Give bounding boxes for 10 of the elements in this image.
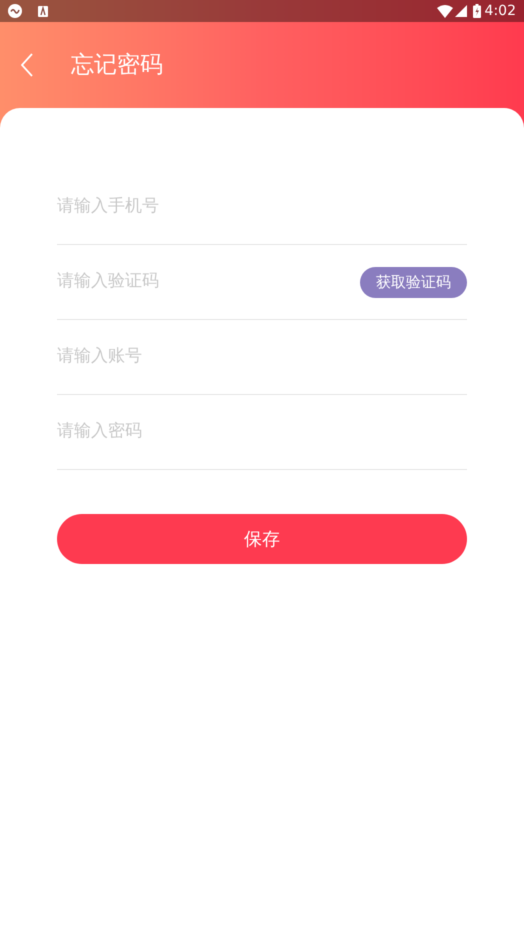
battery-icon (472, 4, 481, 18)
save-button[interactable]: 保存 (57, 514, 467, 564)
status-time: 4:02 (484, 4, 516, 18)
signal-icon (454, 5, 467, 17)
notification-icon (38, 6, 48, 16)
wifi-icon (436, 4, 453, 18)
back-icon (21, 53, 33, 77)
page-title: 忘记密码 (71, 50, 163, 80)
app-icon (8, 4, 22, 18)
get-code-button[interactable]: 获取验证码 (360, 266, 467, 298)
